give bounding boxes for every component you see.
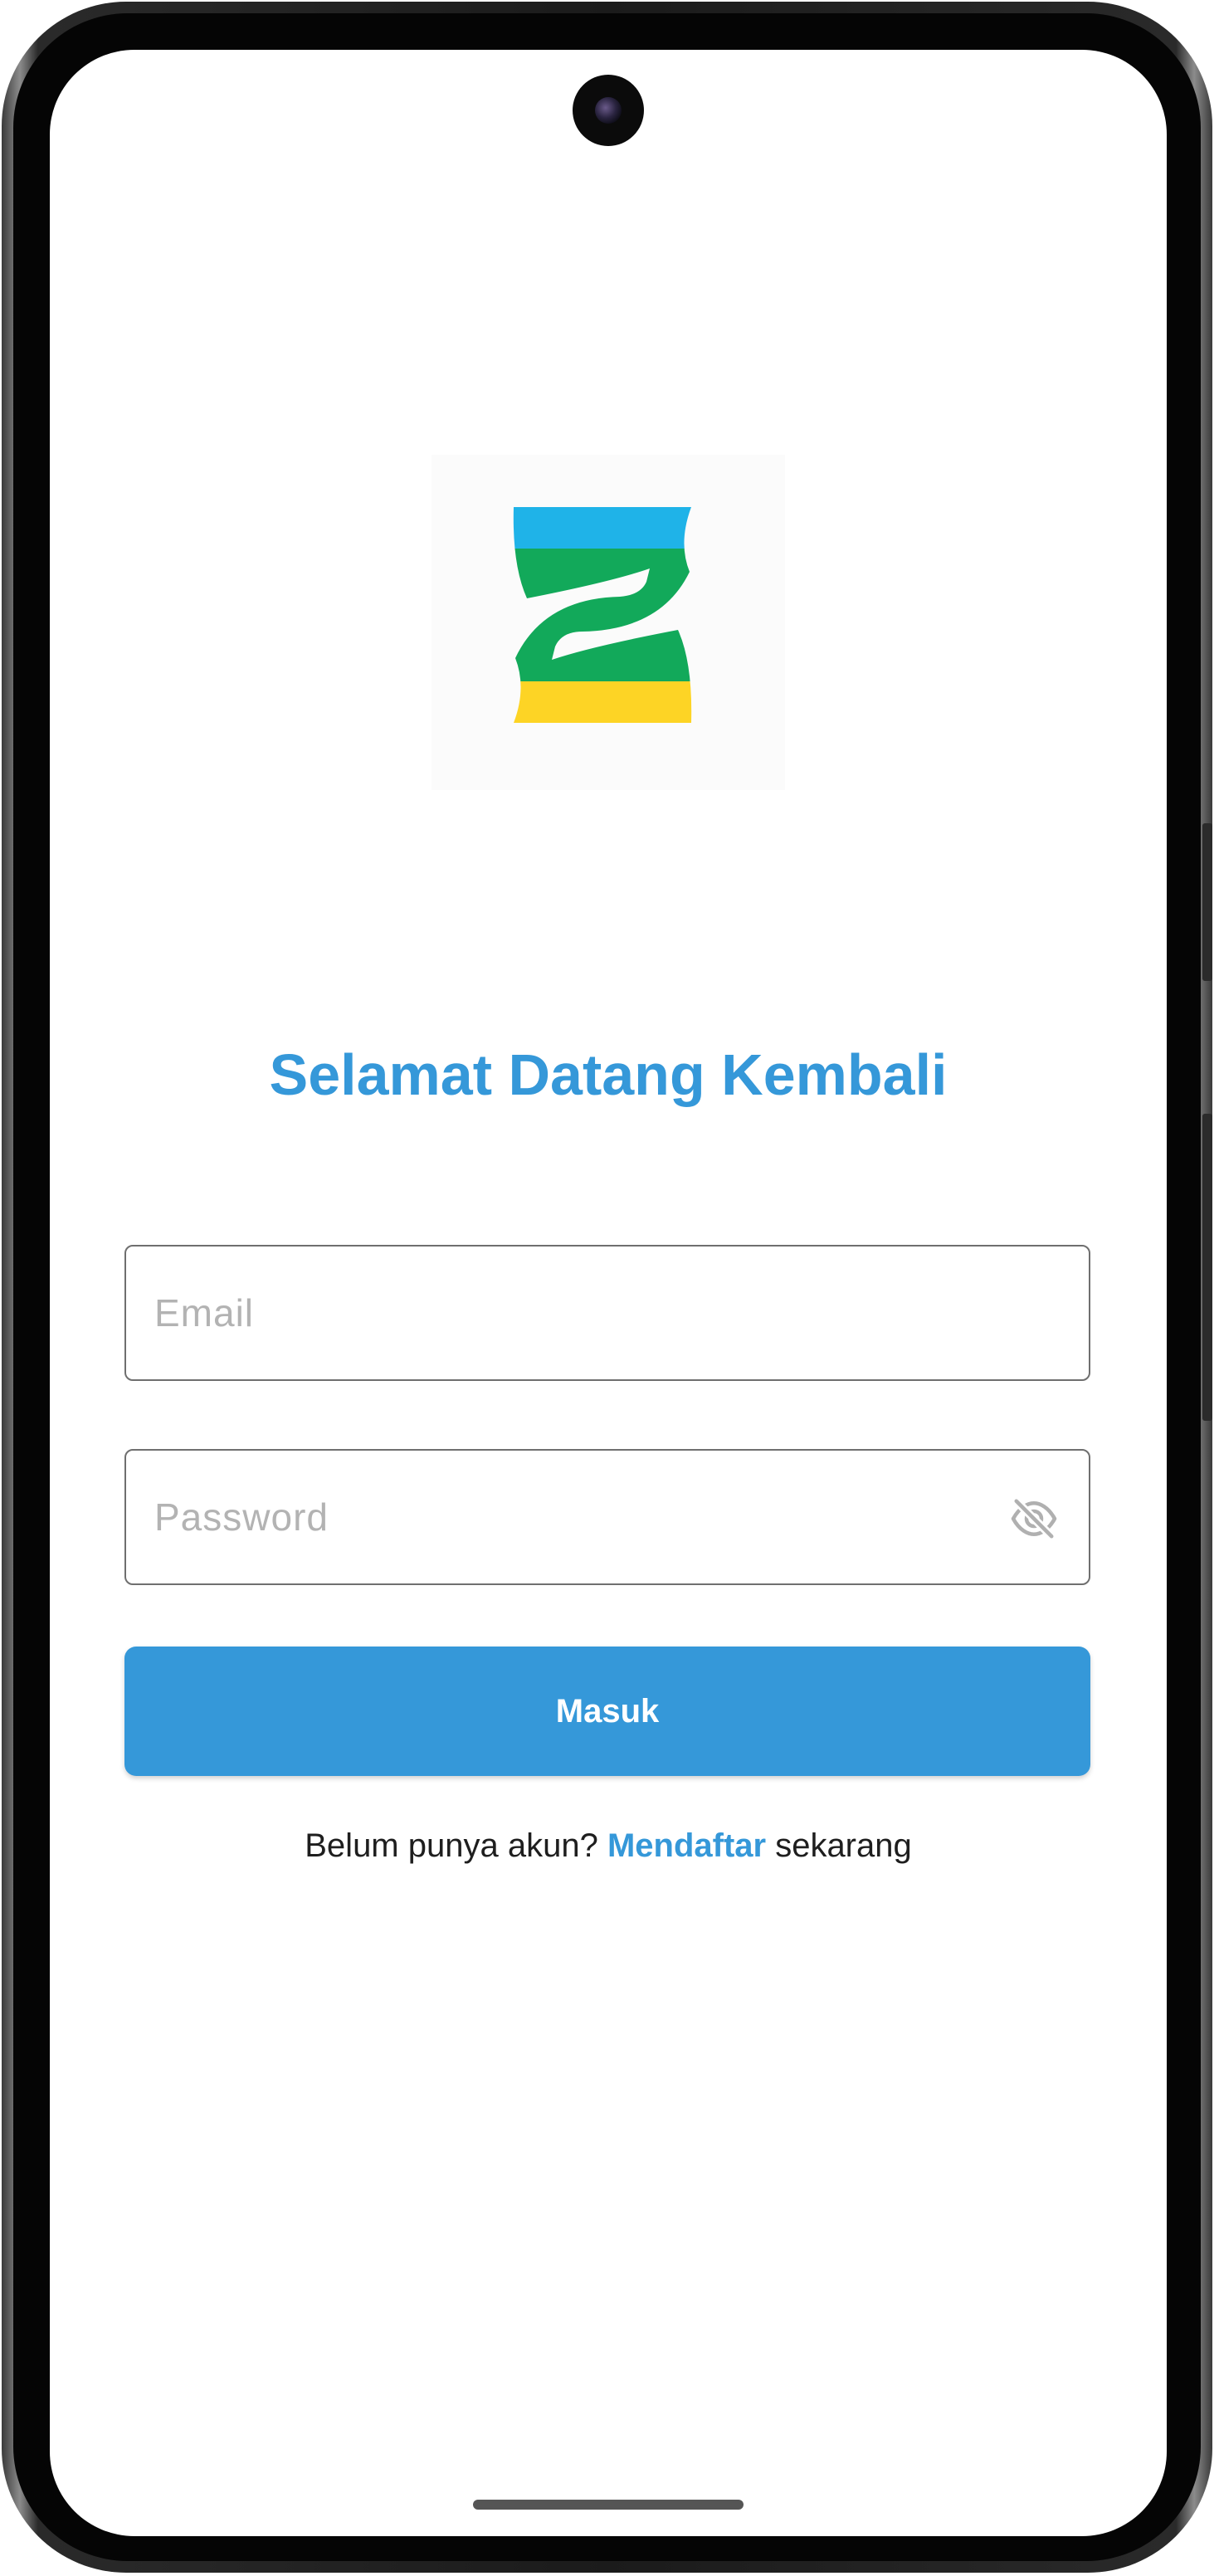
eye-off-icon bbox=[1011, 1498, 1057, 1539]
camera-lens bbox=[595, 97, 622, 124]
password-visibility-toggle[interactable] bbox=[1007, 1492, 1061, 1545]
login-button[interactable]: Masuk bbox=[124, 1647, 1090, 1776]
register-link[interactable]: Mendaftar bbox=[607, 1827, 766, 1864]
email-field[interactable] bbox=[124, 1245, 1090, 1381]
hourglass-logo-icon bbox=[513, 507, 692, 723]
phone-frame: Selamat Datang Kembali Masuk Belum punya… bbox=[2, 2, 1212, 2573]
app-logo bbox=[432, 455, 785, 790]
home-indicator[interactable] bbox=[473, 2500, 744, 2510]
page-title: Selamat Datang Kembali bbox=[269, 1042, 948, 1107]
volume-button bbox=[1202, 823, 1212, 981]
power-button bbox=[1202, 1114, 1212, 1421]
register-prompt: Belum punya akun? Mendaftar sekarang bbox=[50, 1829, 1167, 1862]
app-screen: Selamat Datang Kembali Masuk Belum punya… bbox=[50, 50, 1167, 2536]
password-input[interactable] bbox=[154, 1451, 984, 1583]
email-input[interactable] bbox=[154, 1247, 984, 1379]
password-field[interactable] bbox=[124, 1449, 1090, 1585]
register-prompt-suffix: sekarang bbox=[766, 1827, 912, 1864]
front-camera bbox=[573, 75, 644, 146]
register-prompt-text: Belum punya akun? bbox=[305, 1827, 607, 1864]
